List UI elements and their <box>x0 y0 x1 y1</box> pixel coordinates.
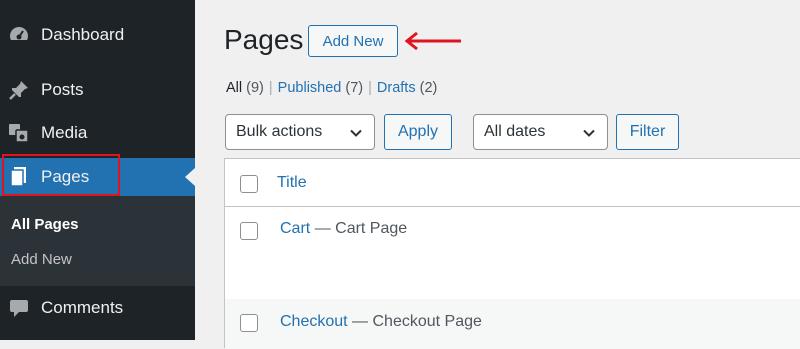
filter-all[interactable]: All (9) <box>226 80 264 96</box>
dashboard-icon <box>8 24 30 46</box>
page-title: Pages <box>224 24 304 55</box>
sidebar-item-media[interactable]: Media <box>0 115 195 151</box>
table-row: Cart — Cart Page <box>225 207 800 299</box>
row-checkbox[interactable] <box>240 222 258 240</box>
submenu-item-all-pages[interactable]: All Pages <box>11 216 79 233</box>
bulk-actions-select[interactable]: Bulk actions <box>225 114 375 150</box>
row-title-link[interactable]: Cart <box>280 220 310 237</box>
current-menu-pointer <box>185 168 195 186</box>
row-checkbox[interactable] <box>240 314 258 332</box>
sidebar-item-pages[interactable]: Pages <box>0 158 195 196</box>
sidebar-item-label: Media <box>41 123 88 142</box>
pages-submenu: All Pages Add New <box>0 196 195 286</box>
sidebar-item-dashboard[interactable]: Dashboard <box>0 17 195 53</box>
dates-select[interactable]: All dates <box>473 114 608 150</box>
sidebar-item-label: Posts <box>41 80 84 99</box>
submenu-item-add-new[interactable]: Add New <box>11 251 72 268</box>
column-title-header[interactable]: Title <box>277 174 307 192</box>
chevron-down-icon <box>350 129 362 137</box>
sidebar-item-label: Pages <box>41 167 90 186</box>
sidebar-item-comments[interactable]: Comments <box>0 290 195 326</box>
status-filters: All (9) | Published (7) | Drafts (2) <box>226 80 438 96</box>
media-icon <box>8 122 30 144</box>
sidebar-item-posts[interactable]: Posts <box>0 72 195 108</box>
table-row: Checkout — Checkout Page <box>225 299 800 349</box>
row-title-link[interactable]: Checkout <box>280 313 348 330</box>
pages-icon <box>8 166 30 188</box>
row-state-label: — Checkout Page <box>352 313 482 330</box>
add-new-button[interactable]: Add New <box>308 25 398 57</box>
sidebar-item-label: Comments <box>41 298 124 317</box>
admin-sidebar: Dashboard Posts Media Pages All Pages Ad… <box>0 0 195 340</box>
comment-icon <box>8 297 30 319</box>
filter-published[interactable]: Published (7) <box>278 80 363 96</box>
filter-drafts[interactable]: Drafts (2) <box>377 80 437 96</box>
row-state-label: — Cart Page <box>314 220 408 237</box>
pages-table: Title Cart — Cart Page Checkout — Checko… <box>224 158 800 349</box>
arrow-left-icon <box>404 31 461 51</box>
row-title-cell: Cart — Cart Page <box>280 220 407 238</box>
filter-button[interactable]: Filter <box>616 114 679 150</box>
pin-icon <box>8 79 30 101</box>
apply-button[interactable]: Apply <box>384 114 452 150</box>
select-all-checkbox[interactable] <box>240 175 258 193</box>
sidebar-item-label: Dashboard <box>41 25 125 44</box>
table-header: Title <box>225 159 800 207</box>
chevron-down-icon <box>583 129 595 137</box>
row-title-cell: Checkout — Checkout Page <box>280 313 482 331</box>
